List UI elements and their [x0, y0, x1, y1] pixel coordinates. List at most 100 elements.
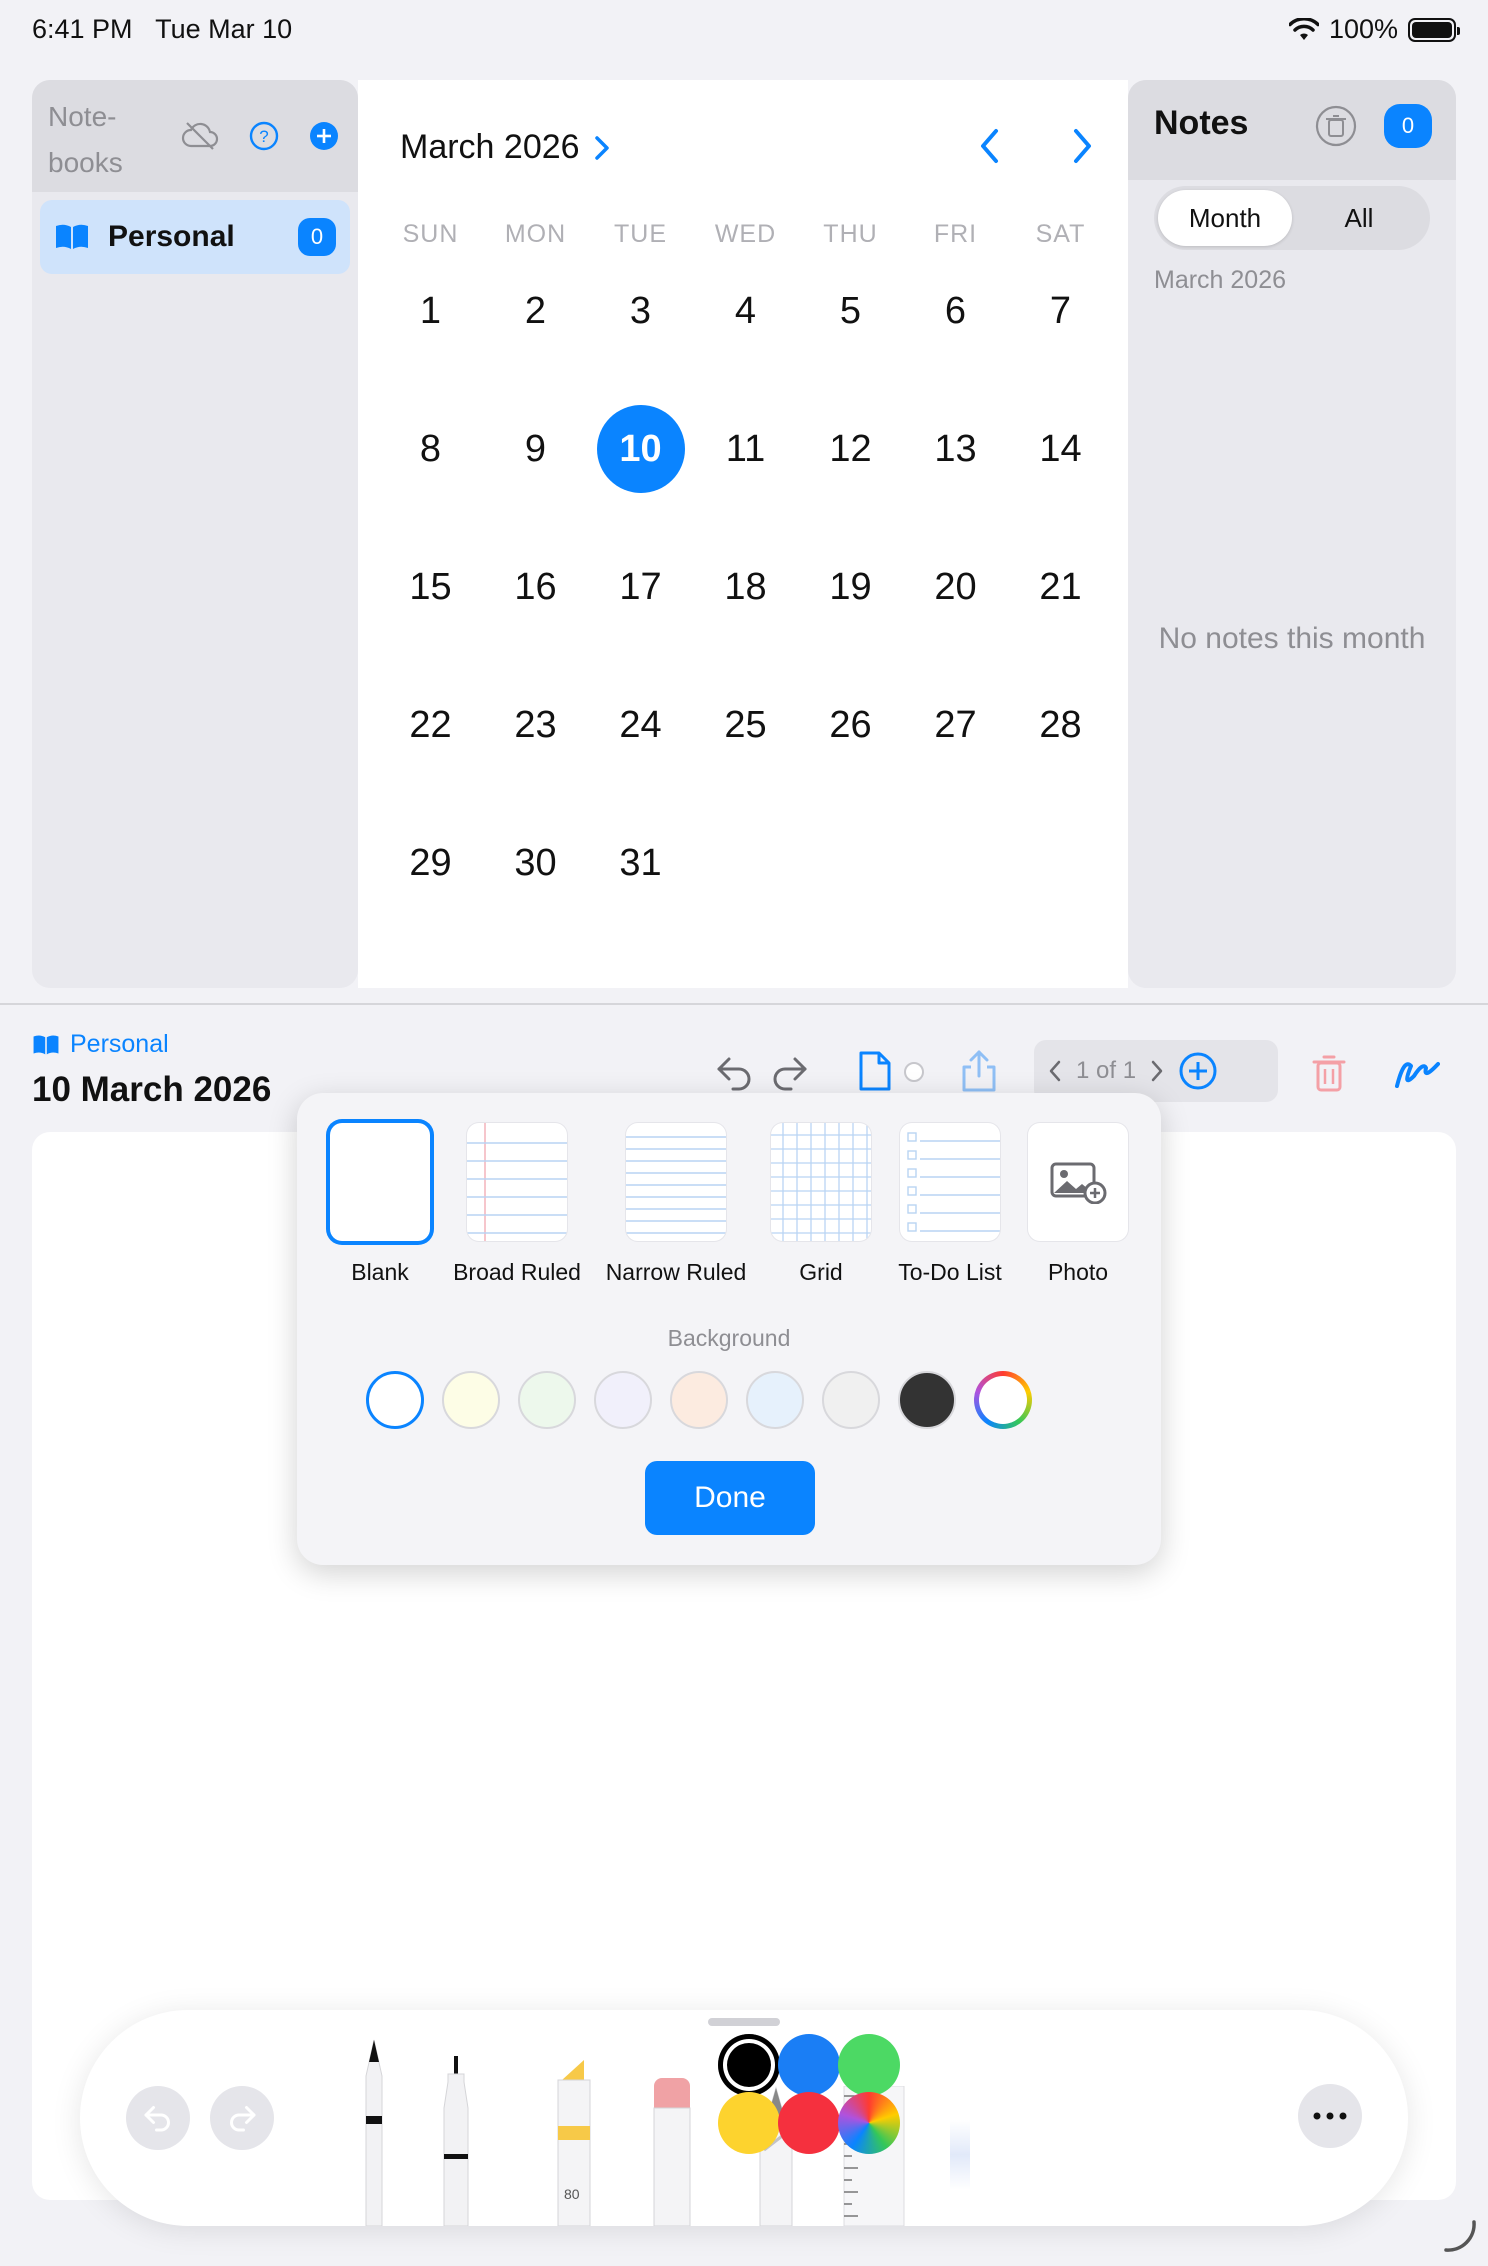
calendar-day[interactable]: 27 — [903, 680, 1008, 770]
help-icon[interactable]: ? — [244, 116, 284, 156]
pen-tool[interactable] — [352, 2036, 396, 2226]
calendar-day[interactable]: 19 — [798, 542, 903, 632]
template-blank[interactable]: Blank — [330, 1123, 430, 1285]
calendar-day[interactable]: 20 — [903, 542, 1008, 632]
weekday-label: THU — [823, 220, 878, 248]
calendar-day-number: 6 — [944, 289, 967, 332]
add-page-icon[interactable] — [1178, 1051, 1218, 1091]
redo-icon[interactable] — [766, 1050, 812, 1096]
ink-color-swatch[interactable] — [778, 2034, 840, 2096]
calendar-day[interactable]: 31 — [588, 818, 693, 908]
calendar-day-number: 4 — [734, 289, 757, 332]
more-options-button[interactable] — [1298, 2084, 1362, 2148]
sidebar-item-personal[interactable]: Personal 0 — [40, 200, 350, 274]
undo-icon[interactable] — [712, 1050, 758, 1096]
ink-color-swatch[interactable] — [838, 2034, 900, 2096]
calendar-day[interactable]: 11 — [693, 404, 798, 494]
cloud-off-icon[interactable] — [180, 116, 220, 156]
calendar-day[interactable]: 28 — [1008, 680, 1113, 770]
notebook-breadcrumb[interactable]: Personal — [32, 1030, 169, 1059]
custom-ink-color-swatch[interactable] — [838, 2092, 900, 2154]
notes-header: Notes 0 — [1128, 80, 1456, 180]
palette-grabber[interactable] — [708, 2018, 780, 2026]
resize-corner-icon[interactable] — [1442, 2218, 1478, 2259]
calendar-day[interactable]: 17 — [588, 542, 693, 632]
month-picker[interactable]: March 2026 — [400, 128, 610, 167]
calendar-day[interactable]: 3 — [588, 266, 693, 356]
calendar-day[interactable]: 12 — [798, 404, 903, 494]
calendar-day[interactable]: 16 — [483, 542, 588, 632]
status-time: 6:41 PM Tue Mar 10 — [32, 14, 293, 44]
chevron-right-icon — [594, 135, 609, 160]
calendar-day[interactable]: 30 — [483, 818, 588, 908]
calendar-day-today[interactable]: 10 — [588, 404, 693, 494]
previous-month-button[interactable] — [968, 124, 1012, 168]
ink-color-swatch[interactable] — [778, 2092, 840, 2154]
calendar-day[interactable]: 4 — [693, 266, 798, 356]
split-divider[interactable] — [0, 1003, 1488, 1005]
calendar-day[interactable]: 1 — [378, 266, 483, 356]
calendar-day[interactable]: 18 — [693, 542, 798, 632]
template-narrow-ruled[interactable]: Narrow Ruled — [606, 1123, 746, 1285]
fineliner-tool[interactable] — [434, 2054, 478, 2226]
page-template-icon[interactable] — [852, 1048, 898, 1094]
eraser-tool[interactable] — [648, 2078, 696, 2226]
next-month-button[interactable] — [1060, 124, 1104, 168]
palette-undo-button[interactable] — [126, 2086, 190, 2150]
trash-icon[interactable] — [1314, 104, 1358, 153]
background-color-swatch[interactable] — [518, 1371, 576, 1429]
chevron-left-icon[interactable] — [1048, 1059, 1062, 1083]
calendar-day[interactable]: 23 — [483, 680, 588, 770]
background-color-swatch[interactable] — [670, 1371, 728, 1429]
delete-page-icon[interactable] — [1306, 1050, 1352, 1096]
calendar-day[interactable]: 8 — [378, 404, 483, 494]
marker-width-label: 80 — [564, 2186, 580, 2202]
template-label: Photo — [1047, 1259, 1109, 1285]
calendar-day[interactable]: 5 — [798, 266, 903, 356]
template-photo[interactable]: Photo — [1028, 1123, 1128, 1285]
chevron-right-icon[interactable] — [1150, 1059, 1164, 1083]
background-color-swatch[interactable] — [594, 1371, 652, 1429]
calendar-day[interactable]: 24 — [588, 680, 693, 770]
done-button[interactable]: Done — [645, 1461, 815, 1535]
marker-tool[interactable]: 80 — [550, 2050, 598, 2226]
calendar-day[interactable]: 26 — [798, 680, 903, 770]
background-color-swatch[interactable] — [746, 1371, 804, 1429]
custom-background-color-swatch[interactable] — [974, 1371, 1032, 1429]
lasso-tool[interactable] — [950, 2120, 970, 2190]
calendar-day[interactable]: 2 — [483, 266, 588, 356]
background-color-swatch[interactable] — [442, 1371, 500, 1429]
calendar-day[interactable]: 7 — [1008, 266, 1113, 356]
calendar-day[interactable]: 29 — [378, 818, 483, 908]
calendar-day-number: 11 — [725, 427, 766, 470]
background-color-swatch[interactable] — [822, 1371, 880, 1429]
calendar-day[interactable]: 14 — [1008, 404, 1113, 494]
add-notebook-icon[interactable] — [304, 116, 344, 156]
template-grid[interactable]: Grid — [771, 1123, 871, 1285]
segment-month[interactable]: Month — [1158, 190, 1292, 246]
ink-color-swatch[interactable] — [718, 2092, 780, 2154]
background-color-swatch[interactable] — [898, 1371, 956, 1429]
calendar-day[interactable]: 15 — [378, 542, 483, 632]
template-blank-thumbnail — [330, 1123, 430, 1241]
template-todo-list[interactable]: To-Do List — [898, 1123, 1002, 1285]
template-photo-thumbnail — [1028, 1123, 1128, 1241]
markup-pen-icon[interactable] — [1394, 1050, 1440, 1096]
ink-color-swatch-selected[interactable] — [718, 2034, 780, 2096]
calendar-day-number: 5 — [839, 289, 862, 332]
calendar-day-number: 10 — [596, 405, 685, 493]
notebooks-sidebar: Note-books ? Personal 0 — [32, 80, 358, 988]
calendar-day[interactable]: 9 — [483, 404, 588, 494]
calendar-day[interactable]: 21 — [1008, 542, 1113, 632]
background-color-swatch-selected[interactable] — [366, 1371, 424, 1429]
share-icon[interactable] — [956, 1048, 1002, 1094]
calendar-day[interactable]: 22 — [378, 680, 483, 770]
calendar-day-number: 2 — [524, 289, 547, 332]
calendar-day[interactable]: 6 — [903, 266, 1008, 356]
calendar-day[interactable]: 25 — [693, 680, 798, 770]
template-broad-ruled[interactable]: Broad Ruled — [453, 1123, 581, 1285]
segment-all[interactable]: All — [1292, 190, 1426, 246]
palette-redo-button[interactable] — [210, 2086, 274, 2150]
calendar-day-number: 17 — [619, 565, 662, 608]
calendar-day[interactable]: 13 — [903, 404, 1008, 494]
